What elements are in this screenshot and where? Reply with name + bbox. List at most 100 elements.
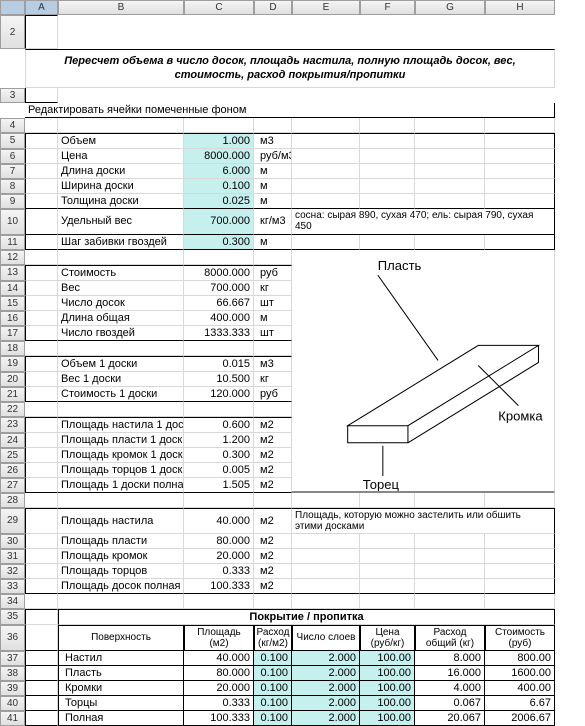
row-header-36[interactable]: 36 bbox=[0, 625, 25, 651]
tr-area-0[interactable]: 40.000 bbox=[184, 651, 254, 666]
label-c1[interactable]: Стоимость 1 доски bbox=[58, 387, 184, 402]
col-header-B[interactable]: B bbox=[58, 0, 184, 15]
unit-v1[interactable]: м3 bbox=[254, 356, 292, 372]
unit-sk[interactable]: м2 bbox=[254, 549, 292, 564]
unit-nnails[interactable]: шт bbox=[254, 326, 292, 341]
cell-G4[interactable] bbox=[415, 118, 485, 133]
tr-rate-1[interactable]: 0.100 bbox=[254, 666, 292, 681]
th-area[interactable]: Площадь (м2) bbox=[184, 625, 254, 651]
tr-total-4[interactable]: 20.067 bbox=[415, 711, 485, 726]
val-sn[interactable]: 40.000 bbox=[184, 508, 254, 534]
row-header-32[interactable]: 32 bbox=[0, 564, 25, 579]
col-header-C[interactable]: C bbox=[184, 0, 254, 15]
val-sk[interactable]: 20.000 bbox=[184, 549, 254, 564]
th-layers[interactable]: Число слоев bbox=[292, 625, 360, 651]
val-s1n[interactable]: 0.600 bbox=[184, 417, 254, 433]
unit-sf[interactable]: м2 bbox=[254, 579, 292, 594]
th-price[interactable]: Цена (руб/кг) bbox=[360, 625, 415, 651]
val-s1k[interactable]: 0.300 bbox=[184, 448, 254, 463]
tr-layers-2[interactable]: 2.000 bbox=[292, 681, 360, 696]
row-header-27[interactable]: 27 bbox=[0, 478, 25, 493]
th-cost[interactable]: Стоимость (руб) bbox=[485, 625, 555, 651]
row-header-37[interactable]: 37 bbox=[0, 651, 25, 666]
row-header-17[interactable]: 17 bbox=[0, 326, 25, 341]
spreadsheet-grid[interactable]: A B C D E F G H 2 Пересчет объема в числ… bbox=[0, 0, 585, 726]
tr-layers-3[interactable]: 2.000 bbox=[292, 696, 360, 711]
row-header-12[interactable]: 12 bbox=[0, 250, 25, 265]
row-header-40[interactable]: 40 bbox=[0, 696, 25, 711]
unit-nboards[interactable]: шт bbox=[254, 296, 292, 311]
tr-cost-0[interactable]: 800.00 bbox=[485, 651, 555, 666]
row-header-8[interactable]: 8 bbox=[0, 179, 25, 194]
unit-s1t[interactable]: м2 bbox=[254, 463, 292, 478]
col-header-E[interactable]: E bbox=[292, 0, 360, 15]
tr-total-1[interactable]: 16.000 bbox=[415, 666, 485, 681]
tr-price-1[interactable]: 100.00 bbox=[360, 666, 415, 681]
label-sn[interactable]: Площадь настила bbox=[58, 508, 184, 534]
label-length[interactable]: Длина доски bbox=[58, 164, 184, 179]
label-s1p[interactable]: Площадь пласти 1 доски bbox=[58, 433, 184, 448]
tr-total-2[interactable]: 4.000 bbox=[415, 681, 485, 696]
tr-name-3[interactable]: Торцы bbox=[58, 696, 184, 711]
val-st[interactable]: 0.333 bbox=[184, 564, 254, 579]
row-header-9[interactable]: 9 bbox=[0, 194, 25, 209]
label-nail[interactable]: Шаг забивки гвоздей bbox=[58, 235, 184, 250]
tr-area-4[interactable]: 100.333 bbox=[184, 711, 254, 726]
tr-rate-0[interactable]: 0.100 bbox=[254, 651, 292, 666]
unit-sn[interactable]: м2 bbox=[254, 508, 292, 534]
row-header-20[interactable]: 20 bbox=[0, 372, 25, 387]
cell-F4[interactable] bbox=[360, 118, 415, 133]
row-header-29[interactable]: 29 bbox=[0, 508, 25, 534]
unit-nail[interactable]: м bbox=[254, 235, 292, 250]
tr-layers-4[interactable]: 2.000 bbox=[292, 711, 360, 726]
unit-tlen[interactable]: м bbox=[254, 311, 292, 326]
cell-H4[interactable] bbox=[485, 118, 555, 133]
val-s1t[interactable]: 0.005 bbox=[184, 463, 254, 478]
th-total[interactable]: Расход общий (кг) bbox=[415, 625, 485, 651]
tr-price-2[interactable]: 100.00 bbox=[360, 681, 415, 696]
row-header-21[interactable]: 21 bbox=[0, 387, 25, 402]
cell-A4[interactable] bbox=[25, 118, 58, 133]
cell-C4[interactable] bbox=[184, 118, 254, 133]
val-s1f[interactable]: 1.505 bbox=[184, 478, 254, 493]
th-rate[interactable]: Расход (кг/м2) bbox=[254, 625, 292, 651]
row-header-25[interactable]: 25 bbox=[0, 448, 25, 463]
unit-w1[interactable]: кг bbox=[254, 372, 292, 387]
row-header-28[interactable]: 28 bbox=[0, 493, 25, 508]
unit-width[interactable]: м bbox=[254, 179, 292, 194]
row-header-11[interactable]: 11 bbox=[0, 235, 25, 250]
unit-c1[interactable]: руб bbox=[254, 387, 292, 402]
tr-name-4[interactable]: Полная bbox=[58, 711, 184, 726]
val-nnails[interactable]: 1333.333 bbox=[184, 326, 254, 341]
col-header-G[interactable]: G bbox=[415, 0, 485, 15]
tr-area-2[interactable]: 20.000 bbox=[184, 681, 254, 696]
label-cost[interactable]: Стоимость bbox=[58, 265, 184, 281]
tr-price-3[interactable]: 100.00 bbox=[360, 696, 415, 711]
row-header-22[interactable]: 22 bbox=[0, 402, 25, 417]
input-width[interactable]: 0.100 bbox=[184, 179, 254, 194]
row-header-39[interactable]: 39 bbox=[0, 681, 25, 696]
tr-name-2[interactable]: Кромки bbox=[58, 681, 184, 696]
unit-s1k[interactable]: м2 bbox=[254, 448, 292, 463]
label-s1n[interactable]: Площадь настила 1 доск bbox=[58, 417, 184, 433]
unit-sp[interactable]: м2 bbox=[254, 534, 292, 549]
col-header-D[interactable]: D bbox=[254, 0, 292, 15]
row-header-5[interactable]: 5 bbox=[0, 133, 25, 149]
tr-total-0[interactable]: 8.000 bbox=[415, 651, 485, 666]
row-header-18[interactable]: 18 bbox=[0, 341, 25, 356]
tr-rate-3[interactable]: 0.100 bbox=[254, 696, 292, 711]
row-header-3[interactable]: 3 bbox=[0, 88, 25, 103]
area-note[interactable]: Площадь, которую можно застелить или обш… bbox=[292, 508, 555, 534]
input-length[interactable]: 6.000 bbox=[184, 164, 254, 179]
val-tlen[interactable]: 400.000 bbox=[184, 311, 254, 326]
row-header-13[interactable]: 13 bbox=[0, 265, 25, 281]
label-w1[interactable]: Вес 1 доски bbox=[58, 372, 184, 387]
tr-cost-1[interactable]: 1600.00 bbox=[485, 666, 555, 681]
val-sp[interactable]: 80.000 bbox=[184, 534, 254, 549]
label-s1t[interactable]: Площадь торцов 1 доски bbox=[58, 463, 184, 478]
val-w1[interactable]: 10.500 bbox=[184, 372, 254, 387]
label-volume[interactable]: Объем bbox=[58, 133, 184, 149]
input-density[interactable]: 700.000 bbox=[184, 209, 254, 235]
cell-A3[interactable] bbox=[25, 88, 58, 103]
row-header-38[interactable]: 38 bbox=[0, 666, 25, 681]
